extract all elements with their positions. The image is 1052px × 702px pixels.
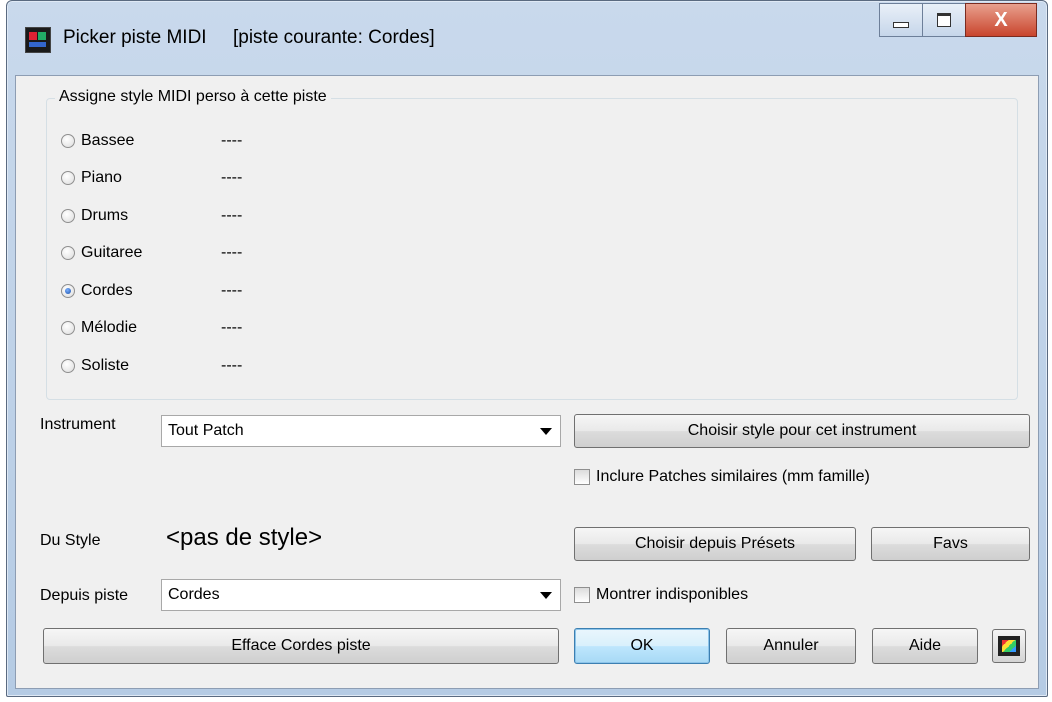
- source-track-label: Depuis piste: [40, 587, 129, 604]
- radio-button[interactable]: [61, 321, 75, 335]
- minimize-button[interactable]: [879, 3, 923, 37]
- title-bar[interactable]: Picker piste MIDI [piste courante: Corde…: [7, 1, 1047, 75]
- radio-button-selected[interactable]: [61, 284, 75, 298]
- choose-from-presets-button[interactable]: Choisir depuis Présets: [574, 527, 856, 561]
- film-icon: [998, 636, 1020, 656]
- clear-track-button[interactable]: Efface Cordes piste: [43, 628, 559, 664]
- radio-label: Piano: [81, 169, 122, 186]
- radio-label: Soliste: [81, 357, 130, 374]
- instrument-select[interactable]: Tout Patch: [161, 415, 561, 447]
- cancel-button[interactable]: Annuler: [726, 628, 856, 664]
- maximize-icon: [937, 13, 951, 27]
- show-unavailable-checkbox[interactable]: [574, 587, 590, 603]
- radio-track-piano[interactable]: Piano ----: [61, 165, 242, 191]
- app-icon: [25, 27, 51, 53]
- radio-track-bassee[interactable]: Bassee ----: [61, 128, 242, 154]
- similar-patches-checkbox-row[interactable]: Inclure Patches similaires (mm famille): [574, 468, 870, 486]
- radio-label: Bassee: [81, 132, 135, 149]
- track-style-value: ----: [221, 319, 243, 336]
- source-track-select-value: Cordes: [168, 586, 220, 603]
- radio-track-guitaree[interactable]: Guitaree ----: [61, 240, 242, 266]
- source-track-select[interactable]: Cordes: [161, 579, 561, 611]
- instrument-select-value: Tout Patch: [168, 422, 244, 439]
- show-unavailable-label: Montrer indisponibles: [596, 586, 749, 603]
- caption-buttons: X: [879, 3, 1037, 39]
- group-legend: Assigne style MIDI perso à cette piste: [55, 88, 331, 106]
- radio-label: Cordes: [81, 282, 133, 299]
- help-button[interactable]: Aide: [872, 628, 978, 664]
- track-style-value: ----: [221, 244, 243, 261]
- track-style-value: ----: [221, 282, 243, 299]
- dialog-window: Picker piste MIDI [piste courante: Corde…: [6, 0, 1048, 697]
- track-style-value: ----: [221, 132, 243, 149]
- radio-button[interactable]: [61, 209, 75, 223]
- radio-track-cordes[interactable]: Cordes ----: [61, 278, 242, 304]
- radio-button[interactable]: [61, 171, 75, 185]
- style-name: <pas de style>: [166, 524, 323, 551]
- style-label: Du Style: [40, 532, 101, 549]
- radio-button[interactable]: [61, 359, 75, 373]
- chevron-down-icon: [540, 428, 552, 435]
- ok-button[interactable]: OK: [574, 628, 710, 664]
- radio-button[interactable]: [61, 134, 75, 148]
- choose-style-for-instrument-button[interactable]: Choisir style pour cet instrument: [574, 414, 1030, 448]
- similar-patches-checkbox[interactable]: [574, 469, 590, 485]
- track-style-value: ----: [221, 169, 243, 186]
- similar-patches-label: Inclure Patches similaires (mm famille): [596, 468, 870, 485]
- close-button[interactable]: X: [965, 3, 1037, 37]
- instrument-label: Instrument: [40, 416, 116, 433]
- radio-label: Drums: [81, 207, 129, 224]
- maximize-button[interactable]: [922, 3, 966, 37]
- dialog-client-area: Assigne style MIDI perso à cette piste B…: [15, 75, 1039, 689]
- radio-track-drums[interactable]: Drums ----: [61, 203, 242, 229]
- track-style-value: ----: [221, 357, 243, 374]
- close-icon: X: [994, 8, 1008, 31]
- favs-button[interactable]: Favs: [871, 527, 1030, 561]
- radio-label: Mélodie: [81, 319, 138, 336]
- radio-track-soliste[interactable]: Soliste ----: [61, 353, 242, 379]
- minimize-icon: [893, 22, 909, 28]
- window-title: Picker piste MIDI [piste courante: Corde…: [63, 27, 435, 48]
- radio-track-melodie[interactable]: Mélodie ----: [61, 315, 242, 341]
- radio-label: Guitaree: [81, 244, 143, 261]
- video-help-button[interactable]: [992, 629, 1026, 663]
- chevron-down-icon: [540, 592, 552, 599]
- track-style-value: ----: [221, 207, 243, 224]
- show-unavailable-checkbox-row[interactable]: Montrer indisponibles: [574, 586, 748, 604]
- track-assign-group: Assigne style MIDI perso à cette piste B…: [46, 88, 1018, 400]
- radio-button[interactable]: [61, 246, 75, 260]
